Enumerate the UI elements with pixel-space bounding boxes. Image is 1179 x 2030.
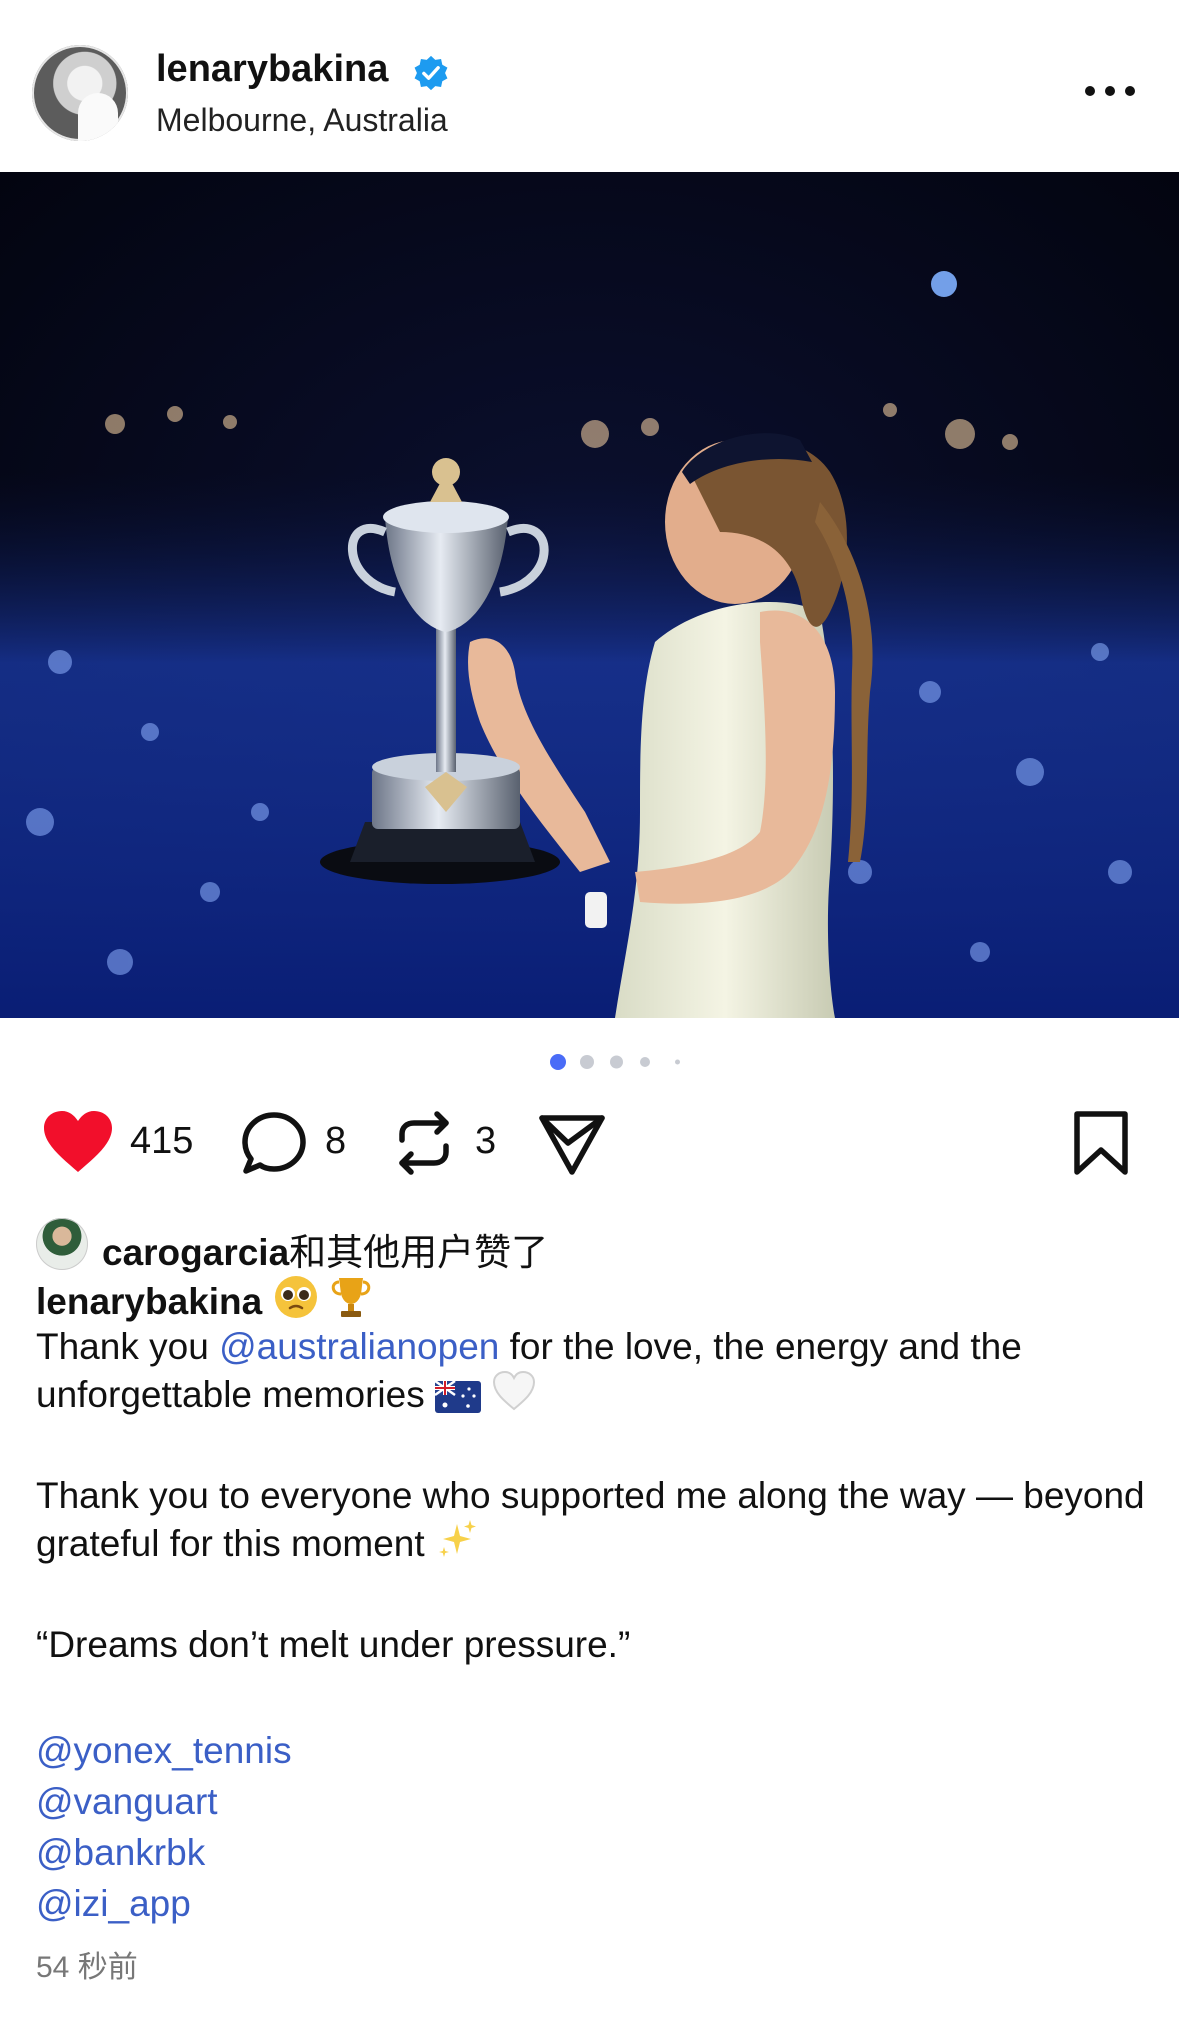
- liked-by-text[interactable]: carogarcia和其他用户赞了: [102, 1222, 548, 1276]
- carousel-dot[interactable]: [640, 1057, 650, 1067]
- tag-list: @yonex_tennis @vanguart @bankrbk @izi_ap…: [36, 1725, 1146, 1929]
- caption-text: Thank you to everyone who supported me a…: [36, 1475, 1145, 1564]
- australia-flag-emoji: [434, 1381, 481, 1413]
- action-bar: 415 8 3: [0, 1108, 1179, 1180]
- more-icon[interactable]: [1082, 76, 1138, 106]
- post-location[interactable]: Melbourne, Australia: [156, 102, 448, 139]
- trophy-photo: [0, 172, 1179, 1018]
- repost-icon[interactable]: [392, 1110, 456, 1176]
- caption-paragraph-1: Thank you @australianopen for the love, …: [36, 1324, 1146, 1417]
- comment-icon[interactable]: [240, 1110, 308, 1176]
- post-header: lenarybakina Melbourne, Australia: [0, 0, 1179, 172]
- carousel-dot[interactable]: [675, 1059, 680, 1065]
- sparkles-emoji: [438, 1520, 476, 1557]
- heart-icon[interactable]: [42, 1110, 114, 1174]
- trophy-emoji: [331, 1278, 371, 1317]
- liked-by-suffix: 和其他用户赞了: [289, 1232, 549, 1273]
- caption-header: lenarybakina: [36, 1274, 1146, 1324]
- mention-link[interactable]: @izi_app: [36, 1878, 1146, 1929]
- post-timestamp: 54 秒前: [36, 1951, 138, 1984]
- mention-link[interactable]: @bankrbk: [36, 1827, 1146, 1878]
- liker-avatar[interactable]: [36, 1218, 88, 1270]
- bookmark-icon[interactable]: [1072, 1110, 1130, 1176]
- caption-text: Thank you: [36, 1326, 220, 1367]
- white-heart-emoji: [493, 1370, 536, 1411]
- liked-by-row[interactable]: carogarcia和其他用户赞了: [36, 1218, 1136, 1273]
- carousel-dot[interactable]: [580, 1055, 594, 1069]
- caption-quote: “Dreams don’t melt under pressure.”: [36, 1624, 631, 1665]
- carousel-dot[interactable]: [610, 1055, 623, 1069]
- mention-link[interactable]: @yonex_tennis: [36, 1725, 1146, 1776]
- carousel-indicator[interactable]: [0, 1052, 1179, 1072]
- repost-count[interactable]: 3: [475, 1120, 496, 1163]
- carousel-dot[interactable]: [550, 1054, 566, 1070]
- liker-username[interactable]: carogarcia: [102, 1232, 289, 1273]
- comment-count[interactable]: 8: [325, 1120, 346, 1163]
- author-avatar[interactable]: [32, 45, 128, 141]
- pleading-face-emoji: [274, 1276, 317, 1318]
- post-photo[interactable]: [0, 172, 1179, 1018]
- mention-link[interactable]: @australianopen: [219, 1326, 499, 1367]
- caption-paragraph-2: Thank you to everyone who supported me a…: [36, 1473, 1146, 1566]
- author-username[interactable]: lenarybakina: [156, 48, 388, 91]
- verified-badge-icon: [414, 55, 448, 91]
- like-count[interactable]: 415: [130, 1120, 193, 1163]
- mention-link[interactable]: @vanguart: [36, 1776, 1146, 1827]
- share-icon[interactable]: [538, 1110, 606, 1176]
- caption-username[interactable]: lenarybakina: [36, 1281, 262, 1322]
- post-caption: lenarybakina Thank you @australianopen f…: [36, 1274, 1146, 1929]
